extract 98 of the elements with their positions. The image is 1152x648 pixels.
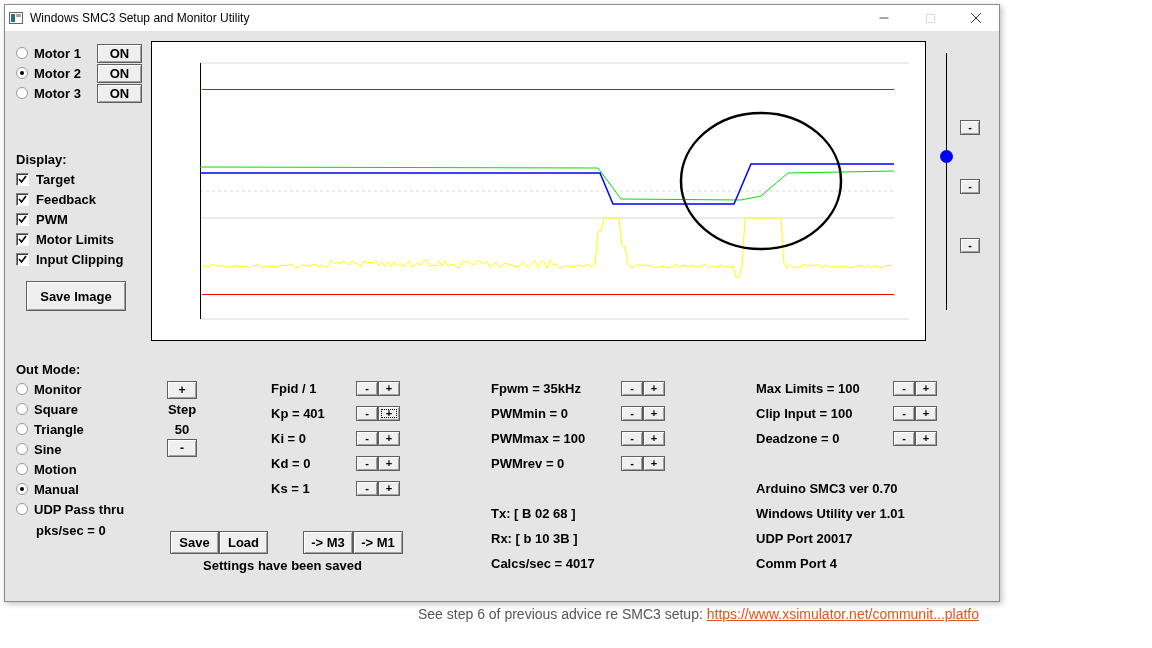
radio-button[interactable] [16,423,28,435]
option-label: Feedback [36,191,96,207]
comm-readout: Tx: [ B 02 68 ] [491,506,576,521]
option-label: Target [36,171,75,187]
out-mode-label: Out Mode: [16,361,81,377]
motor-label: Motor 2 [34,65,82,81]
mode-label: Square [34,401,79,417]
parameter-label: Clip Input = 100 [756,406,854,421]
checkbox[interactable] [16,172,29,186]
increase-button[interactable]: + [643,456,665,471]
radio-button[interactable] [16,403,28,415]
packets-readout: pks/sec = 0 [36,522,106,538]
load-button[interactable]: Load [219,531,268,554]
step-value: 50 [174,421,190,437]
on-button[interactable]: ON [97,43,142,63]
checkbox[interactable] [16,232,29,246]
decrease-button[interactable]: - [960,238,980,253]
link[interactable]: https://www.xsimulator.net/communit...platfo [706,606,980,622]
maximize-icon [924,12,936,24]
decrease-button[interactable]: - [356,406,378,421]
parameter-label: Max Limits = 100 [756,381,861,396]
radio-button[interactable] [16,443,28,455]
copy-button[interactable]: -> M3 [303,531,353,554]
decrease-button[interactable]: - [960,179,980,194]
window-title: Windows SMC3 Setup and Monitor Utility [30,11,251,25]
radio-button[interactable] [16,463,28,475]
info-text: Windows Utility ver 1.01 [756,506,905,521]
parameter-label: Kd = 0 [271,456,312,471]
decrease-button[interactable]: - [893,381,915,396]
radio-button[interactable] [16,483,28,495]
decrease-button[interactable]: - [621,431,643,446]
mode-label: Manual [34,481,79,497]
on-button[interactable]: ON [97,63,142,83]
motor-label: Motor 1 [34,45,82,61]
increase-button[interactable]: + [643,431,665,446]
decrease-button[interactable]: - [356,456,378,471]
decrease-button[interactable]: - [621,381,643,396]
info-text: UDP Port 20017 [756,531,853,546]
mode-label: Motion [34,461,77,477]
parameter-label: PWMmax = 100 [491,431,587,446]
increase-button[interactable]: + [378,431,400,446]
parameter-label: PWMrev = 0 [491,456,566,471]
parameter-label: Kp = 401 [271,406,326,421]
increase-button[interactable]: + [378,381,400,396]
motor-label: Motor 3 [34,85,82,101]
step-up-button[interactable]: + [167,381,197,399]
increase-button[interactable]: + [915,381,937,396]
increase-button[interactable]: + [378,406,400,421]
mode-label: Sine [34,441,62,457]
parameter-label: Fpwm = 35kHz [491,381,582,396]
parameter-label: Ki = 0 [271,431,308,446]
decrease-button[interactable]: - [621,456,643,471]
mode-label: UDP Pass thru [34,501,125,517]
on-button[interactable]: ON [97,83,142,103]
step-down-button[interactable]: - [167,439,197,457]
radio-button[interactable] [16,383,28,395]
decrease-button[interactable]: - [960,120,980,135]
slider-thumb[interactable] [940,149,953,163]
mode-label: Monitor [34,381,82,397]
page-text: See step 6 of previous advice re SMC3 setup: [418,606,704,622]
increase-button[interactable]: + [378,481,400,496]
comm-readout: Calcs/sec = 4017 [491,556,595,571]
parameter-label: Fpid / 1 [271,381,318,396]
decrease-button[interactable]: - [356,481,378,496]
radio-button[interactable] [16,67,28,79]
decrease-button[interactable]: - [356,381,378,396]
option-label: PWM [36,211,68,227]
checkbox[interactable] [16,212,29,226]
comm-readout: Rx: [ b 10 3B ] [491,531,578,546]
checkbox[interactable] [16,252,29,266]
mode-label: Triangle [34,421,84,437]
info-text: Arduino SMC3 ver 0.70 [756,481,898,496]
copy-button[interactable]: -> M1 [353,531,403,554]
save-image-button[interactable]: Save Image [26,281,126,311]
step-label: Step [167,401,197,417]
checkbox[interactable] [16,192,29,206]
parameter-label: PWMmin = 0 [491,406,569,421]
option-label: Input Clipping [36,251,124,267]
app-icon [9,12,23,24]
save-button[interactable]: Save [170,531,219,554]
display-label: Display: [16,151,67,167]
radio-button[interactable] [16,47,28,59]
increase-button[interactable]: + [915,431,937,446]
option-label: Motor Limits [36,231,114,247]
radio-button[interactable] [16,503,28,515]
decrease-button[interactable]: - [893,406,915,421]
increase-button[interactable]: + [915,406,937,421]
increase-button[interactable]: + [643,406,665,421]
increase-button[interactable]: + [643,381,665,396]
parameter-label: Ks = 1 [271,481,311,496]
parameter-label: Deadzone = 0 [756,431,841,446]
decrease-button[interactable]: - [893,431,915,446]
info-text: Comm Port 4 [756,556,837,571]
status-message: Settings have been saved [203,558,363,573]
radio-button[interactable] [16,87,28,99]
decrease-button[interactable]: - [356,431,378,446]
decrease-button[interactable]: - [621,406,643,421]
increase-button[interactable]: + [378,456,400,471]
